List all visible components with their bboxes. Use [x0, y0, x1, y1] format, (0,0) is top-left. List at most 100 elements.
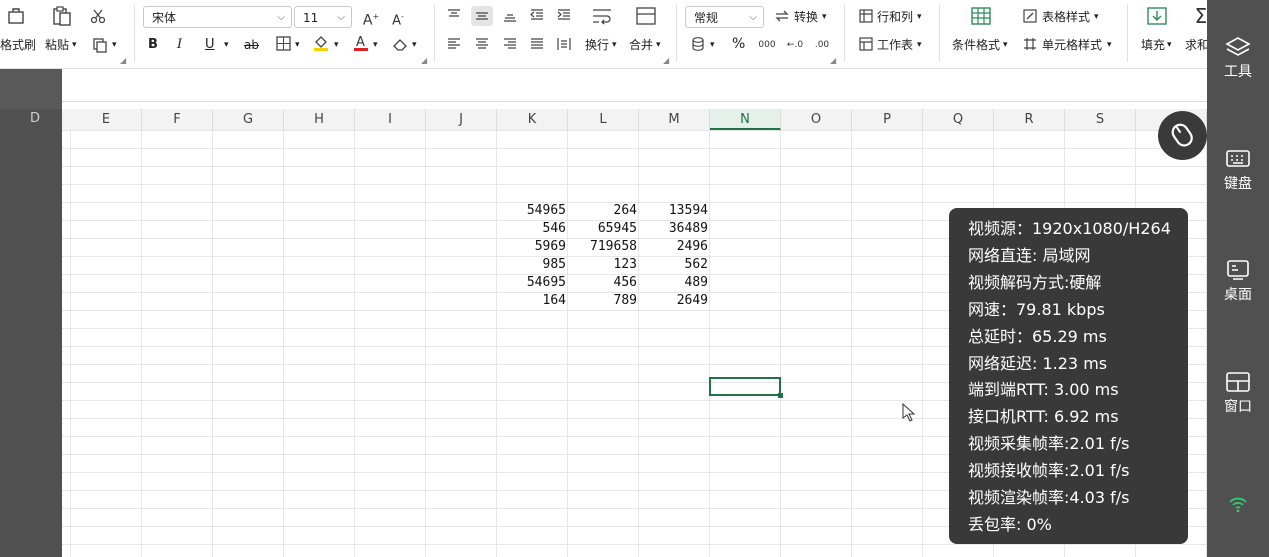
font-color-dropdown-arrow[interactable]: ▾ — [373, 38, 378, 52]
column-header-D[interactable]: D — [30, 111, 40, 126]
table-cell[interactable]: 456 — [568, 274, 637, 292]
table-style-icon[interactable] — [1022, 9, 1038, 27]
clipboard-dialog-launcher[interactable]: ◢ — [120, 56, 126, 65]
window-button[interactable]: 窗口 — [1207, 371, 1269, 416]
font-name-select[interactable]: 宋体 ⌵ — [143, 6, 292, 28]
table-cell[interactable]: 36489 — [639, 220, 708, 238]
column-header-N[interactable]: N — [710, 109, 781, 130]
tools-button[interactable]: 工具 — [1207, 36, 1269, 81]
align-bottom-icon[interactable] — [502, 8, 518, 26]
fill-color-icon[interactable] — [312, 34, 330, 56]
desktop-button[interactable]: 桌面 — [1207, 259, 1269, 304]
table-cell[interactable]: 65945 — [568, 220, 637, 238]
table-cell[interactable]: 546 — [497, 220, 566, 238]
worksheet-icon[interactable] — [858, 37, 874, 55]
underline-button[interactable]: U — [205, 38, 215, 52]
table-cell[interactable]: 54695 — [497, 274, 566, 292]
currency-dropdown-arrow[interactable]: ▾ — [710, 38, 715, 52]
merge-dropdown-arrow[interactable]: ▾ — [656, 38, 661, 52]
table-cell[interactable]: 985 — [497, 256, 566, 274]
fill-color-dropdown-arrow[interactable]: ▾ — [334, 38, 339, 52]
format-painter-button[interactable]: 格式刷 — [0, 38, 36, 52]
column-header-L[interactable]: L — [568, 109, 639, 130]
cell-style-dropdown-arrow[interactable]: ▾ — [1107, 38, 1112, 52]
table-cell[interactable]: 54965 — [497, 202, 566, 220]
table-style-dropdown-arrow[interactable]: ▾ — [1094, 10, 1099, 24]
underline-dropdown-arrow[interactable]: ▾ — [224, 38, 229, 52]
currency-icon[interactable] — [690, 36, 706, 56]
font-dialog-launcher[interactable]: ◢ — [421, 56, 427, 65]
fill-button[interactable]: 填充 — [1141, 38, 1165, 52]
column-header-P[interactable]: P — [852, 109, 923, 130]
paste-button[interactable]: 粘贴 — [45, 38, 69, 52]
wrap-text-dropdown-arrow[interactable]: ▾ — [612, 38, 617, 52]
merge-cells-button[interactable]: 合并 — [629, 38, 653, 52]
sum-button[interactable]: 求和 — [1185, 38, 1209, 52]
borders-icon[interactable] — [274, 36, 292, 55]
row-col-button[interactable]: 行和列 — [877, 10, 913, 24]
column-header-G[interactable]: G — [213, 109, 284, 130]
decrease-font-size-icon[interactable]: A- — [389, 9, 407, 29]
row-col-icon[interactable] — [858, 9, 874, 27]
column-header-E[interactable]: E — [71, 109, 142, 130]
bold-button[interactable]: B — [148, 38, 158, 52]
copy-dropdown-arrow[interactable]: ▾ — [112, 38, 117, 52]
cut-icon[interactable] — [89, 8, 107, 28]
alignment-dialog-launcher[interactable]: ◢ — [663, 56, 669, 65]
align-right-icon[interactable] — [502, 37, 518, 55]
table-cell[interactable]: 562 — [639, 256, 708, 274]
paste-dropdown-arrow[interactable]: ▾ — [72, 38, 77, 52]
table-cell[interactable]: 789 — [568, 292, 637, 310]
distributed-icon[interactable] — [556, 37, 572, 55]
align-middle-icon[interactable] — [471, 6, 493, 26]
strikethrough-button[interactable]: ab — [244, 38, 259, 52]
conditional-format-icon[interactable] — [969, 6, 993, 30]
cell-style-icon[interactable] — [1022, 37, 1038, 55]
table-cell[interactable]: 2649 — [639, 292, 708, 310]
font-color-icon[interactable]: A — [352, 34, 370, 56]
worksheet-dropdown-arrow[interactable]: ▾ — [917, 38, 922, 52]
copy-icon[interactable] — [91, 37, 109, 57]
worksheet-button[interactable]: 工作表 — [877, 38, 913, 52]
table-cell[interactable]: 2496 — [639, 238, 708, 256]
borders-dropdown-arrow[interactable]: ▾ — [295, 38, 300, 52]
decrease-indent-icon[interactable] — [529, 8, 545, 26]
cell-style-button[interactable]: 单元格样式 — [1042, 38, 1102, 52]
increase-decimal-icon[interactable]: ←.0 — [786, 37, 804, 53]
convert-icon[interactable] — [773, 8, 791, 28]
decrease-decimal-icon[interactable]: .00 — [813, 37, 831, 53]
selected-cell[interactable] — [709, 377, 783, 398]
justify-icon[interactable] — [529, 37, 545, 55]
wrap-text-icon[interactable] — [590, 6, 614, 30]
column-header-Q[interactable]: Q — [923, 109, 994, 130]
increase-indent-icon[interactable] — [556, 8, 572, 26]
row-col-dropdown-arrow[interactable]: ▾ — [917, 10, 922, 24]
column-header-R[interactable]: R — [994, 109, 1065, 130]
align-center-icon[interactable] — [474, 37, 490, 55]
column-header-F[interactable]: F — [142, 109, 213, 130]
number-dialog-launcher[interactable]: ◢ — [830, 56, 836, 65]
table-style-button[interactable]: 表格样式 — [1042, 10, 1090, 24]
column-header-O[interactable]: O — [781, 109, 852, 130]
increase-font-size-icon[interactable]: A+ — [362, 9, 380, 29]
clear-format-dropdown-arrow[interactable]: ▾ — [412, 38, 417, 52]
align-top-icon[interactable] — [446, 8, 462, 26]
italic-button[interactable]: I — [177, 38, 182, 52]
keyboard-button[interactable]: 键盘 — [1207, 148, 1269, 193]
table-cell[interactable]: 489 — [639, 274, 708, 292]
table-cell[interactable]: 719658 — [568, 238, 637, 256]
column-header-H[interactable]: H — [284, 109, 355, 130]
table-cell[interactable]: 164 — [497, 292, 566, 310]
font-size-select[interactable]: 11 ⌵ — [294, 6, 352, 28]
conditional-format-dropdown-arrow[interactable]: ▾ — [1003, 38, 1008, 52]
convert-dropdown-arrow[interactable]: ▾ — [822, 10, 827, 24]
column-header-I[interactable]: I — [355, 109, 426, 130]
percent-button[interactable]: % — [732, 37, 745, 51]
mouse-mode-button[interactable] — [1158, 111, 1207, 160]
table-cell[interactable]: 123 — [568, 256, 637, 274]
column-header-M[interactable]: M — [639, 109, 710, 130]
convert-button[interactable]: 转换 — [794, 10, 818, 24]
paste-icon[interactable] — [50, 5, 74, 31]
formula-bar[interactable] — [0, 69, 1269, 102]
column-header-K[interactable]: K — [497, 109, 568, 130]
